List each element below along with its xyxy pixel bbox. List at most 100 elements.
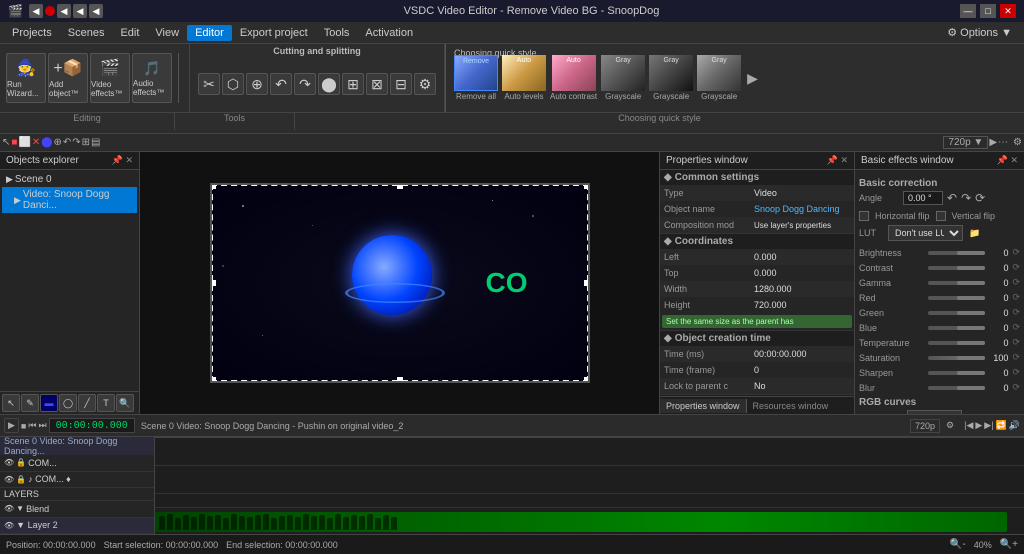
menu-export[interactable]: Export project: [232, 25, 316, 41]
menu-editor[interactable]: Editor: [187, 25, 232, 41]
minimize-button[interactable]: —: [960, 4, 976, 18]
tb-icon-1[interactable]: ◀: [29, 4, 43, 18]
be-temp-reset[interactable]: ⟳: [1012, 337, 1020, 348]
qs-arrow-right[interactable]: ▶: [747, 70, 758, 87]
qs-auto-contrast[interactable]: Auto Auto contrast: [550, 55, 597, 101]
lt-cursor[interactable]: ↖: [2, 394, 20, 412]
be-blur-reset[interactable]: ⟳: [1012, 382, 1020, 393]
tl-settings[interactable]: ⚙: [946, 420, 954, 431]
cut-tool-8[interactable]: ⊠: [366, 73, 388, 95]
be-hflip-checkbox[interactable]: [859, 211, 869, 221]
be-red-reset[interactable]: ⟳: [1012, 292, 1020, 303]
qs-grayscale-2[interactable]: Gray Grayscale: [649, 55, 693, 101]
be-blur-slider[interactable]: [928, 386, 985, 390]
tl-volume[interactable]: 🔊: [1009, 420, 1020, 431]
be-vflip-checkbox[interactable]: [936, 211, 946, 221]
track-visibility-layer2[interactable]: 👁: [4, 521, 14, 530]
cut-tool-3[interactable]: ⊕: [246, 73, 268, 95]
ct-grid[interactable]: ⊞: [82, 137, 90, 148]
be-angle-input[interactable]: 0.00 °: [903, 191, 943, 205]
menu-projects[interactable]: Projects: [4, 25, 60, 41]
close-button[interactable]: ✕: [1000, 4, 1016, 18]
lt-rect[interactable]: ▬: [40, 394, 58, 412]
menu-scenes[interactable]: Scenes: [60, 25, 113, 41]
menu-view[interactable]: View: [147, 25, 187, 41]
tab-resources-window[interactable]: Resources window: [747, 399, 835, 413]
be-contrast-slider[interactable]: [928, 266, 985, 270]
track-visibility-audio[interactable]: 👁: [4, 475, 14, 484]
be-sat-reset[interactable]: ⟳: [1012, 352, 1020, 363]
track-lock-audio[interactable]: 🔒: [16, 475, 26, 484]
track-blend[interactable]: 👁 ▼ Blend: [0, 501, 154, 518]
tl-back[interactable]: ⏮: [28, 420, 36, 431]
options-button[interactable]: ⚙ Options ▼: [939, 24, 1020, 41]
qs-auto-levels[interactable]: Auto Auto levels: [502, 55, 546, 101]
cut-tool-5[interactable]: ↷: [294, 73, 316, 95]
zoom-out-button[interactable]: 🔍-: [950, 539, 966, 550]
canvas[interactable]: CO: [140, 152, 659, 414]
ct-move[interactable]: ⊕: [53, 137, 61, 148]
lt-ellipse[interactable]: ◯: [59, 394, 77, 412]
maximize-button[interactable]: □: [980, 4, 996, 18]
be-lut-load[interactable]: 📁: [969, 228, 980, 239]
be-blue-slider[interactable]: [928, 326, 985, 330]
tb-icon-2[interactable]: ◀: [57, 4, 71, 18]
ct-settings[interactable]: ⚙: [1013, 137, 1022, 148]
menu-edit[interactable]: Edit: [112, 25, 147, 41]
track-audio[interactable]: 👁 🔒 ♪ COM... ♦: [0, 472, 154, 489]
be-pin[interactable]: 📌 ✕: [997, 155, 1018, 166]
qs-remove-all[interactable]: Remove Remove all: [454, 55, 498, 101]
tl-play[interactable]: ▶: [4, 418, 19, 433]
be-lut-select[interactable]: Don't use LUT: [888, 225, 963, 241]
ct-circle[interactable]: ⬤: [41, 137, 52, 148]
track-layers[interactable]: LAYERS: [0, 488, 154, 501]
cut-tool-1[interactable]: ✂: [198, 73, 220, 95]
tl-fwd[interactable]: ⏭: [38, 420, 46, 431]
lt-text[interactable]: T: [97, 394, 115, 412]
cut-tool-7[interactable]: ⊞: [342, 73, 364, 95]
ct-back[interactable]: ↶: [63, 137, 71, 148]
ct-more[interactable]: ⋯: [998, 137, 1008, 148]
be-gamma-reset[interactable]: ⟳: [1012, 277, 1020, 288]
be-curves-icon[interactable]: 📁: [966, 413, 977, 415]
be-reset-angle[interactable]: ⟳: [975, 191, 985, 205]
tb-icon-4[interactable]: ◀: [89, 4, 103, 18]
same-size-button[interactable]: Set the same size as the parent has: [662, 315, 852, 328]
be-templates-select[interactable]: None: [907, 410, 962, 414]
cut-tool-9[interactable]: ⊟: [390, 73, 412, 95]
be-sat-slider[interactable]: [928, 356, 985, 360]
track-lock-com[interactable]: 🔒: [16, 458, 26, 467]
ct-fwd[interactable]: ↷: [72, 137, 80, 148]
cut-tool-2[interactable]: ⬡: [222, 73, 244, 95]
qs-grayscale-1[interactable]: Gray Grayscale: [601, 55, 645, 101]
ct-cross[interactable]: ✕: [32, 137, 40, 148]
ct-box[interactable]: ⬜: [18, 137, 30, 148]
be-sharpen-slider[interactable]: [928, 371, 985, 375]
ct-zoom[interactable]: 720p ▼: [943, 136, 988, 149]
video-track-bar[interactable]: [155, 512, 1007, 532]
track-visibility-com[interactable]: 👁: [4, 458, 14, 467]
track-visibility-blend[interactable]: 👁: [4, 504, 14, 513]
be-rotate-ccw[interactable]: ↷: [961, 191, 971, 205]
track-layer2[interactable]: 👁 ▼ Layer 2: [0, 518, 154, 535]
video-effects-button[interactable]: 🎬 Video effects™: [90, 53, 130, 103]
oe-video-item[interactable]: ▶ Video: Snoop Dogg Danci...: [2, 187, 137, 213]
audio-effects-button[interactable]: 🎵 Audio effects™: [132, 53, 172, 103]
menu-activation[interactable]: Activation: [357, 25, 421, 41]
be-brightness-slider[interactable]: [928, 251, 985, 255]
tl-resolution[interactable]: 720p: [910, 419, 940, 433]
cut-tool-6[interactable]: ⬤: [318, 73, 340, 95]
be-rotate-cw[interactable]: ↶: [947, 191, 957, 205]
qs-grayscale-3[interactable]: Gray Grayscale: [697, 55, 741, 101]
tb-icon-3[interactable]: ◀: [73, 4, 87, 18]
tl-next-frame[interactable]: ▶|: [984, 420, 993, 431]
cut-tool-10[interactable]: ⚙: [414, 73, 436, 95]
be-green-reset[interactable]: ⟳: [1012, 307, 1020, 318]
ct-layers[interactable]: ▤: [91, 137, 100, 148]
prop-pin[interactable]: 📌 ✕: [827, 155, 848, 166]
be-green-slider[interactable]: [928, 311, 985, 315]
be-contrast-reset[interactable]: ⟳: [1012, 262, 1020, 273]
lt-zoom[interactable]: 🔍: [116, 394, 134, 412]
be-blue-reset[interactable]: ⟳: [1012, 322, 1020, 333]
prop-common-header[interactable]: ◆ Common settings: [660, 170, 854, 185]
